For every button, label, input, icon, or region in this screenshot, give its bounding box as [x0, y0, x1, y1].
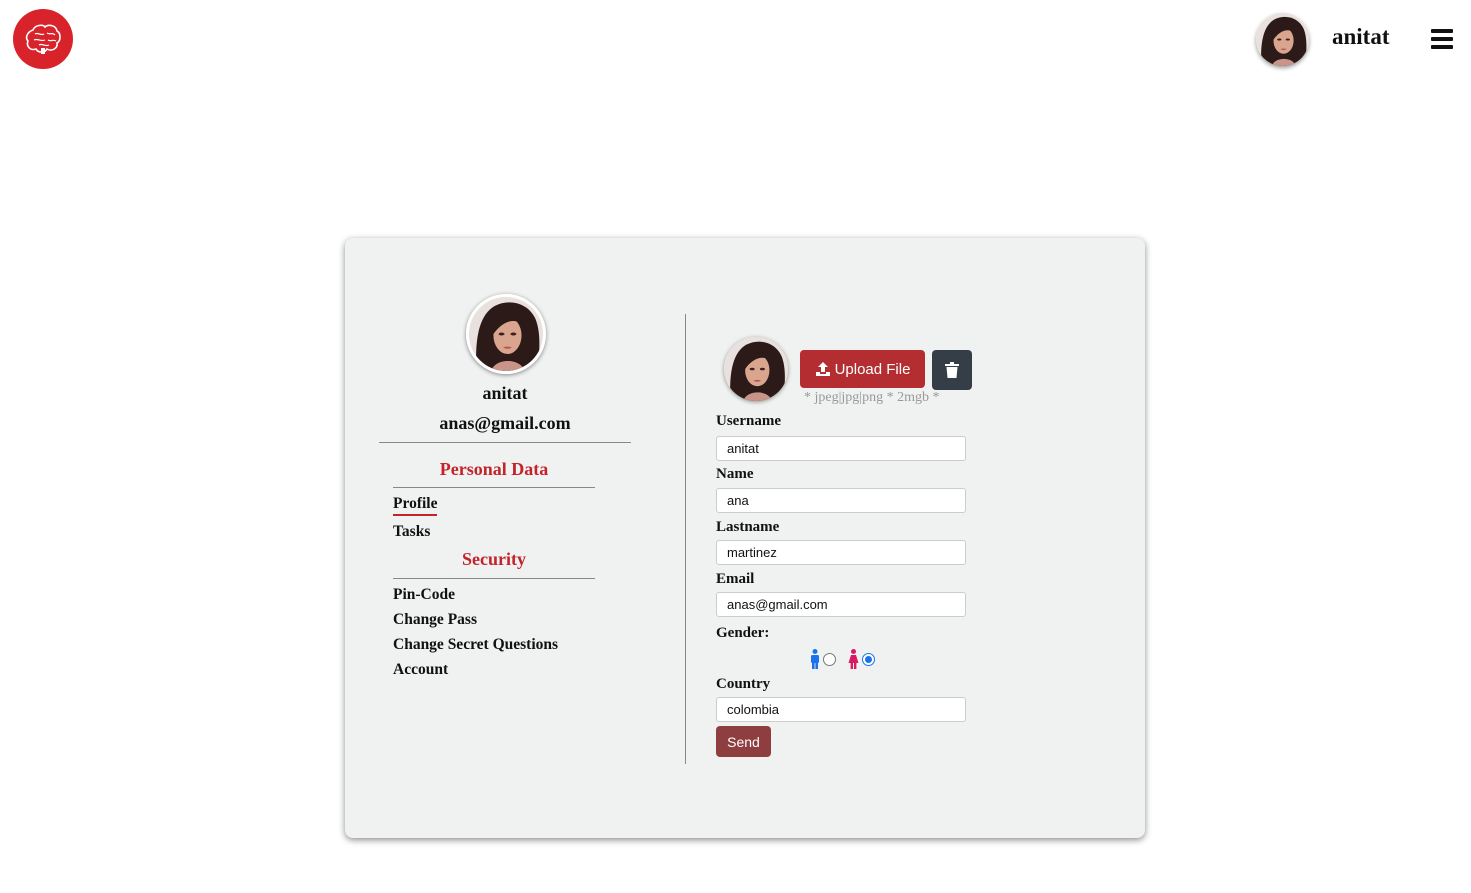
- user-avatar[interactable]: [1256, 13, 1309, 66]
- file-type-hint: * jpeg|jpg|png * 2mgb *: [804, 390, 940, 405]
- sidebar-item-tasks[interactable]: Tasks: [393, 523, 430, 541]
- email-label: Email: [716, 571, 755, 587]
- sidebar-item-account[interactable]: Account: [393, 661, 448, 679]
- sidebar-avatar: [466, 294, 546, 374]
- divider: [393, 487, 595, 488]
- trash-icon: [945, 362, 959, 378]
- divider: [379, 442, 631, 443]
- brain-icon: [25, 24, 61, 54]
- lastname-label: Lastname: [716, 519, 780, 535]
- username-field[interactable]: [716, 436, 966, 461]
- name-label: Name: [716, 466, 754, 482]
- country-field[interactable]: [716, 697, 966, 722]
- sidebar-item-change-pass[interactable]: Change Pass: [393, 611, 477, 629]
- avatar-image: [469, 297, 543, 371]
- delete-photo-button[interactable]: [932, 350, 972, 390]
- vertical-divider: [685, 314, 686, 764]
- sidebar-username: anitat: [482, 383, 528, 403]
- brain-logo[interactable]: [13, 9, 73, 69]
- upload-file-button[interactable]: Upload File: [800, 350, 925, 388]
- sidebar-item-pin-code[interactable]: Pin-Code: [393, 586, 455, 604]
- gender-radio-female[interactable]: [862, 652, 875, 666]
- name-field[interactable]: [716, 488, 966, 513]
- female-icon: [848, 649, 859, 669]
- section-title-personal-data: Personal Data: [439, 459, 549, 479]
- upload-icon: [815, 362, 830, 376]
- section-title-security: Security: [462, 549, 526, 569]
- avatar-image: [1256, 13, 1309, 66]
- send-button[interactable]: Send: [716, 726, 771, 757]
- upload-file-label: Upload File: [834, 360, 911, 378]
- gender-label: Gender:: [716, 625, 770, 641]
- email-field[interactable]: [716, 592, 966, 617]
- sidebar-item-profile[interactable]: Profile: [393, 495, 438, 516]
- sidebar-item-change-secret-questions[interactable]: Change Secret Questions: [393, 636, 558, 654]
- username-label: Username: [716, 413, 781, 429]
- male-icon: [811, 649, 819, 669]
- avatar-image: [724, 337, 788, 401]
- profile-photo-preview: [724, 337, 788, 401]
- country-label: Country: [716, 676, 771, 692]
- divider: [393, 578, 595, 579]
- profile-card: anitat anas@gmail.com Personal Data Prof…: [345, 238, 1145, 838]
- header-username[interactable]: anitat: [1332, 24, 1390, 50]
- gender-radio-male[interactable]: [823, 652, 836, 666]
- hamburger-menu-icon[interactable]: [1431, 29, 1453, 49]
- lastname-field[interactable]: [716, 540, 966, 565]
- gender-selector: [810, 648, 875, 670]
- sidebar-email: anas@gmail.com: [439, 413, 571, 433]
